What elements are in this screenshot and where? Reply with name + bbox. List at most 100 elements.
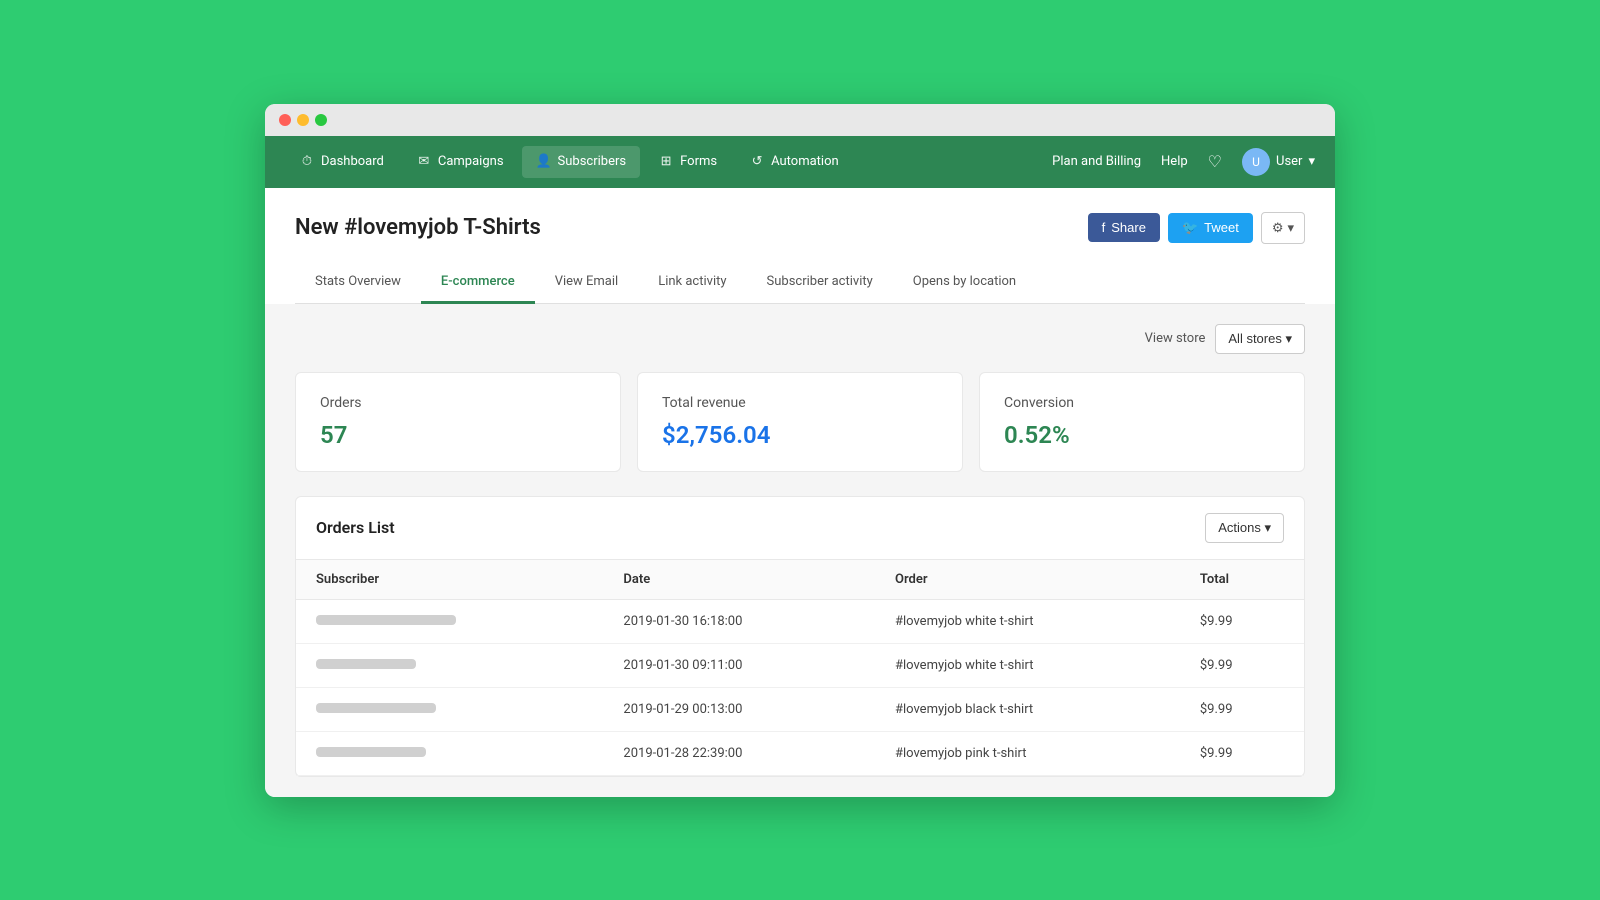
heart-icon[interactable]: ♡ (1208, 152, 1222, 171)
table-row: 2019-01-28 22:39:00 #lovemyjob pink t-sh… (296, 731, 1304, 775)
subscriber-placeholder (316, 747, 426, 757)
tab-opens-by-location[interactable]: Opens by location (893, 262, 1036, 304)
nav-right: Plan and Billing Help ♡ U User ▾ (1052, 148, 1315, 176)
share-label: Share (1111, 220, 1146, 235)
avatar: U (1242, 148, 1270, 176)
col-subscriber: Subscriber (296, 560, 603, 600)
tab-view-email-label: View Email (555, 274, 619, 289)
table-row: 2019-01-30 09:11:00 #lovemyjob white t-s… (296, 643, 1304, 687)
total-cell-4: $9.99 (1180, 731, 1304, 775)
actions-button[interactable]: Actions ▾ (1205, 513, 1284, 543)
orders-header: Orders List Actions ▾ (296, 497, 1304, 560)
subscriber-cell-4 (296, 731, 603, 775)
nav-label-forms: Forms (680, 154, 717, 169)
user-label: User (1276, 154, 1302, 169)
nav-item-dashboard[interactable]: ⏱ Dashboard (285, 146, 398, 178)
date-cell-1: 2019-01-30 16:18:00 (603, 599, 875, 643)
chevron-down-icon: ▾ (1308, 154, 1315, 169)
nav-item-subscribers[interactable]: 👤 Subscribers (522, 146, 641, 178)
subscriber-cell-1 (296, 599, 603, 643)
tab-subscriber-activity-label: Subscriber activity (767, 274, 873, 289)
navbar: ⏱ Dashboard ✉ Campaigns 👤 Subscribers ⊞ … (265, 136, 1335, 188)
user-menu[interactable]: U User ▾ (1242, 148, 1315, 176)
subscriber-placeholder (316, 659, 416, 669)
content-area: View store All stores ▾ Orders 57 Total … (265, 304, 1335, 797)
date-cell-2: 2019-01-30 09:11:00 (603, 643, 875, 687)
revenue-value: $2,756.04 (662, 421, 938, 449)
col-order: Order (875, 560, 1180, 600)
order-cell-3: #lovemyjob black t-shirt (875, 687, 1180, 731)
share-button[interactable]: f Share (1088, 213, 1160, 242)
tab-e-commerce[interactable]: E-commerce (421, 262, 535, 304)
gear-icon: ⚙ (1272, 220, 1284, 236)
layers-icon: ⊞ (658, 154, 674, 170)
tab-stats-overview[interactable]: Stats Overview (295, 262, 421, 304)
order-cell-2: #lovemyjob white t-shirt (875, 643, 1180, 687)
nav-label-automation: Automation (771, 154, 839, 169)
tab-link-activity[interactable]: Link activity (638, 262, 746, 304)
subscriber-cell-2 (296, 643, 603, 687)
conversion-label: Conversion (1004, 395, 1280, 411)
nav-label-dashboard: Dashboard (321, 154, 384, 169)
revenue-card: Total revenue $2,756.04 (637, 372, 963, 472)
main-content: New #lovemyjob T-Shirts f Share 🐦 Tweet … (265, 188, 1335, 304)
table-body: 2019-01-30 16:18:00 #lovemyjob white t-s… (296, 599, 1304, 775)
tab-stats-overview-label: Stats Overview (315, 274, 401, 289)
tweet-label: Tweet (1204, 220, 1239, 235)
close-dot[interactable] (279, 114, 291, 126)
orders-table: Subscriber Date Order Total 2019-01-30 1… (296, 560, 1304, 776)
orders-value: 57 (320, 421, 596, 449)
revenue-label: Total revenue (662, 395, 938, 411)
subscriber-cell-3 (296, 687, 603, 731)
order-cell-1: #lovemyjob white t-shirt (875, 599, 1180, 643)
nav-label-subscribers: Subscribers (558, 154, 627, 169)
nav-label-campaigns: Campaigns (438, 154, 504, 169)
tab-subscriber-activity[interactable]: Subscriber activity (747, 262, 893, 304)
col-date: Date (603, 560, 875, 600)
table-row: 2019-01-29 00:13:00 #lovemyjob black t-s… (296, 687, 1304, 731)
refresh-icon: ↺ (749, 154, 765, 170)
page-header: New #lovemyjob T-Shirts f Share 🐦 Tweet … (295, 212, 1305, 244)
table-header: Subscriber Date Order Total (296, 560, 1304, 600)
col-total: Total (1180, 560, 1304, 600)
page-title: New #lovemyjob T-Shirts (295, 215, 541, 240)
nav-item-campaigns[interactable]: ✉ Campaigns (402, 146, 518, 178)
tab-opens-by-location-label: Opens by location (913, 274, 1016, 289)
tweet-button[interactable]: 🐦 Tweet (1168, 213, 1253, 243)
tab-e-commerce-label: E-commerce (441, 274, 515, 289)
maximize-dot[interactable] (315, 114, 327, 126)
table-header-row: Subscriber Date Order Total (296, 560, 1304, 600)
orders-list-title: Orders List (316, 518, 395, 537)
nav-item-automation[interactable]: ↺ Automation (735, 146, 853, 178)
help-link[interactable]: Help (1161, 154, 1188, 169)
conversion-value: 0.52% (1004, 421, 1280, 449)
chevron-down-icon: ▾ (1287, 220, 1294, 236)
minimize-dot[interactable] (297, 114, 309, 126)
orders-card: Orders 57 (295, 372, 621, 472)
person-icon: 👤 (536, 154, 552, 170)
orders-section: Orders List Actions ▾ Subscriber Date Or… (295, 496, 1305, 777)
nav-left: ⏱ Dashboard ✉ Campaigns 👤 Subscribers ⊞ … (285, 146, 1052, 178)
table-row: 2019-01-30 16:18:00 #lovemyjob white t-s… (296, 599, 1304, 643)
tab-link-activity-label: Link activity (658, 274, 726, 289)
settings-button[interactable]: ⚙ ▾ (1261, 212, 1305, 244)
twitter-icon: 🐦 (1182, 220, 1198, 236)
browser-window: ⏱ Dashboard ✉ Campaigns 👤 Subscribers ⊞ … (265, 104, 1335, 797)
nav-item-forms[interactable]: ⊞ Forms (644, 146, 731, 178)
stat-cards: Orders 57 Total revenue $2,756.04 Conver… (295, 372, 1305, 472)
orders-label: Orders (320, 395, 596, 411)
tab-view-email[interactable]: View Email (535, 262, 639, 304)
total-cell-1: $9.99 (1180, 599, 1304, 643)
total-cell-2: $9.99 (1180, 643, 1304, 687)
date-cell-4: 2019-01-28 22:39:00 (603, 731, 875, 775)
facebook-icon: f (1102, 220, 1106, 235)
all-stores-label: All stores ▾ (1228, 331, 1292, 347)
subscriber-placeholder (316, 615, 456, 625)
plan-billing-link[interactable]: Plan and Billing (1052, 154, 1141, 169)
date-cell-3: 2019-01-29 00:13:00 (603, 687, 875, 731)
all-stores-button[interactable]: All stores ▾ (1215, 324, 1305, 354)
order-cell-4: #lovemyjob pink t-shirt (875, 731, 1180, 775)
total-cell-3: $9.99 (1180, 687, 1304, 731)
conversion-card: Conversion 0.52% (979, 372, 1305, 472)
view-store-row: View store All stores ▾ (295, 324, 1305, 354)
